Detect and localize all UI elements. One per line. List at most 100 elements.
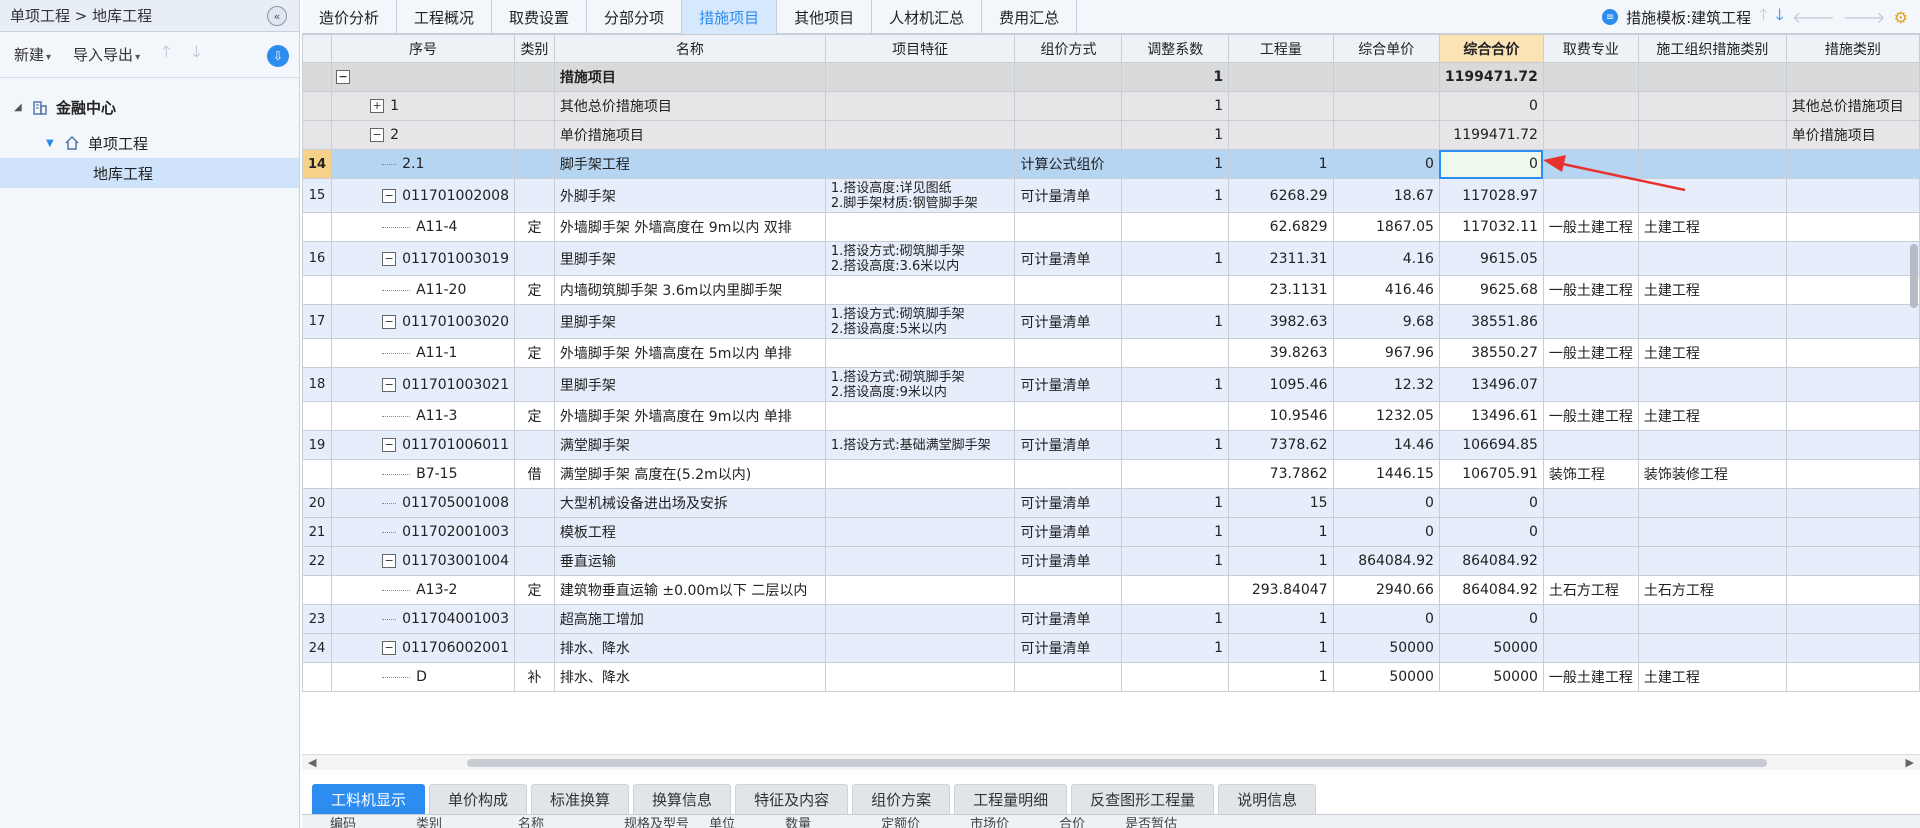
vertical-scrollbar[interactable] — [1910, 244, 1918, 308]
coef-cell[interactable]: 1 — [1121, 149, 1230, 179]
unit-price-cell[interactable]: 14.46 — [1332, 430, 1440, 460]
org-measure-cell[interactable]: 土石方工程 — [1637, 575, 1787, 605]
name-cell[interactable]: 内墙砌筑脚手架 3.6m以内里脚手架 — [553, 275, 826, 305]
measure-category-cell[interactable] — [1785, 62, 1920, 92]
measure-category-cell[interactable] — [1785, 604, 1920, 634]
col-header[interactable]: 项目特征 — [824, 34, 1016, 63]
method-cell[interactable]: 可计量清单 — [1014, 546, 1123, 576]
org-measure-cell[interactable] — [1637, 517, 1787, 547]
name-cell[interactable]: 里脚手架 — [553, 304, 826, 339]
quantity-cell[interactable]: 1 — [1228, 662, 1334, 692]
collapse-icon[interactable]: − — [382, 188, 397, 203]
quantity-cell[interactable]: 6268.29 — [1228, 178, 1334, 213]
row-index-cell[interactable] — [302, 575, 333, 605]
settings-icon[interactable]: ⚙ — [1894, 8, 1908, 27]
method-cell[interactable] — [1014, 401, 1123, 431]
feature-cell[interactable] — [824, 459, 1016, 489]
fee-specialty-cell[interactable]: 装饰工程 — [1542, 459, 1639, 489]
col-header[interactable]: 名称 — [442, 818, 544, 828]
total-price-cell[interactable]: 1199471.72 — [1438, 120, 1544, 150]
total-price-cell[interactable]: 117032.11 — [1438, 212, 1544, 242]
fee-specialty-cell[interactable] — [1542, 367, 1639, 402]
seq-cell[interactable]: −011701003019 — [331, 241, 515, 276]
seq-cell[interactable]: D — [331, 662, 515, 692]
table-row[interactable]: − 措施项目 1 1199471.72 — [302, 62, 1920, 92]
table-row[interactable]: 21 011702001003 模板工程 可计量清单 1 1 0 0 — [302, 517, 1920, 547]
method-cell[interactable] — [1014, 212, 1123, 242]
tab-fee-summary[interactable]: 费用汇总 — [982, 0, 1078, 34]
unit-price-cell[interactable]: 967.96 — [1332, 338, 1440, 368]
table-row[interactable]: 14 2.1 脚手架工程 计算公式组价 1 1 0 0 — [302, 149, 1920, 179]
method-cell[interactable] — [1014, 62, 1123, 92]
table-row[interactable]: 18−011701003021 里脚手架 1.搭设方式:砌筑脚手架 2.搭设高度:9… — [302, 367, 1920, 402]
coef-cell[interactable]: 1 — [1121, 241, 1230, 276]
org-measure-cell[interactable] — [1637, 149, 1787, 179]
method-cell[interactable]: 可计量清单 — [1014, 488, 1123, 518]
fee-specialty-cell[interactable] — [1542, 120, 1639, 150]
quantity-cell[interactable]: 62.6829 — [1228, 212, 1334, 242]
fee-specialty-cell[interactable]: 一般土建工程 — [1542, 662, 1639, 692]
coef-cell[interactable]: 1 — [1121, 178, 1230, 213]
method-cell[interactable]: 可计量清单 — [1014, 241, 1123, 276]
name-cell[interactable]: 措施项目 — [553, 62, 826, 92]
col-header[interactable]: 组价方式 — [1014, 34, 1123, 63]
quantity-cell[interactable]: 23.1131 — [1228, 275, 1334, 305]
coef-cell[interactable]: 1 — [1121, 633, 1230, 663]
feature-cell[interactable] — [824, 62, 1016, 92]
row-index-cell[interactable] — [302, 459, 333, 489]
unit-price-cell[interactable]: 4.16 — [1332, 241, 1440, 276]
quantity-cell[interactable]: 1 — [1228, 604, 1334, 634]
org-measure-cell[interactable] — [1637, 633, 1787, 663]
total-price-cell[interactable]: 0 — [1438, 604, 1544, 634]
feature-cell[interactable]: 1.搭设方式:砌筑脚手架 2.搭设高度:9米以内 — [824, 367, 1016, 402]
measure-category-cell[interactable] — [1785, 178, 1920, 213]
name-cell[interactable]: 满堂脚手架 — [553, 430, 826, 460]
org-measure-cell[interactable]: 土建工程 — [1637, 275, 1787, 305]
measure-category-cell[interactable] — [1785, 575, 1920, 605]
coef-cell[interactable]: 1 — [1121, 91, 1230, 121]
fee-specialty-cell[interactable] — [1542, 62, 1639, 92]
method-cell[interactable] — [1014, 459, 1123, 489]
quantity-cell[interactable]: 7378.62 — [1228, 430, 1334, 460]
org-measure-cell[interactable]: 土建工程 — [1637, 662, 1787, 692]
row-index-cell[interactable]: 19 — [302, 430, 333, 460]
coef-cell[interactable] — [1121, 212, 1230, 242]
quantity-cell[interactable]: 1 — [1228, 517, 1334, 547]
method-cell[interactable]: 可计量清单 — [1014, 178, 1123, 213]
name-cell[interactable]: 建筑物垂直运输 ±0.00m以下 二层以内 — [553, 575, 826, 605]
table-row[interactable]: A11-20 定内墙砌筑脚手架 3.6m以内里脚手架 23.1131 416.46 96… — [302, 275, 1920, 305]
feature-cell[interactable] — [824, 662, 1016, 692]
measure-category-cell[interactable]: 其他总价措施项目 — [1785, 91, 1920, 121]
table-row[interactable]: 20 011705001008 大型机械设备进出场及安拆 可计量清单 1 15 0 0 — [302, 488, 1920, 518]
unit-price-cell[interactable]: 0 — [1332, 149, 1440, 179]
org-measure-cell[interactable]: 装饰装修工程 — [1637, 459, 1787, 489]
tab-conversion-info[interactable]: 换算信息 — [633, 784, 732, 814]
feature-cell[interactable] — [824, 401, 1016, 431]
row-index-cell[interactable]: 22 — [302, 546, 333, 576]
measure-category-cell[interactable] — [1785, 546, 1920, 576]
coef-cell[interactable]: 1 — [1121, 120, 1230, 150]
unit-price-cell[interactable]: 1867.05 — [1332, 212, 1440, 242]
table-row[interactable]: A11-1 定外墙脚手架 外墙高度在 5m以内 单排 39.8263 967.96 38… — [302, 338, 1920, 368]
coef-cell[interactable] — [1121, 662, 1230, 692]
fee-specialty-cell[interactable]: 一般土建工程 — [1542, 275, 1639, 305]
name-cell[interactable]: 单价措施项目 — [553, 120, 826, 150]
coef-cell[interactable]: 1 — [1121, 517, 1230, 547]
feature-cell[interactable] — [824, 604, 1016, 634]
row-index-cell[interactable] — [302, 62, 333, 92]
seq-cell[interactable]: A11-20 — [331, 275, 515, 305]
type-cell[interactable] — [513, 633, 555, 663]
feature-cell[interactable] — [824, 149, 1016, 179]
row-index-cell[interactable] — [302, 212, 333, 242]
unit-price-cell[interactable]: 1232.05 — [1332, 401, 1440, 431]
table-row[interactable]: 19−011701006011 满堂脚手架 1.搭设方式:基础满堂脚手架 可计量清单 1… — [302, 430, 1920, 460]
fee-specialty-cell[interactable] — [1542, 149, 1639, 179]
total-price-cell[interactable]: 0 — [1438, 517, 1544, 547]
coef-cell[interactable] — [1121, 459, 1230, 489]
name-cell[interactable]: 里脚手架 — [553, 367, 826, 402]
total-price-cell[interactable]: 1199471.72 — [1438, 62, 1544, 92]
total-price-cell[interactable]: 0 — [1438, 149, 1544, 179]
scroll-right-icon[interactable]: ▶ — [1906, 756, 1914, 769]
unit-price-cell[interactable]: 416.46 — [1332, 275, 1440, 305]
org-measure-cell[interactable] — [1637, 546, 1787, 576]
